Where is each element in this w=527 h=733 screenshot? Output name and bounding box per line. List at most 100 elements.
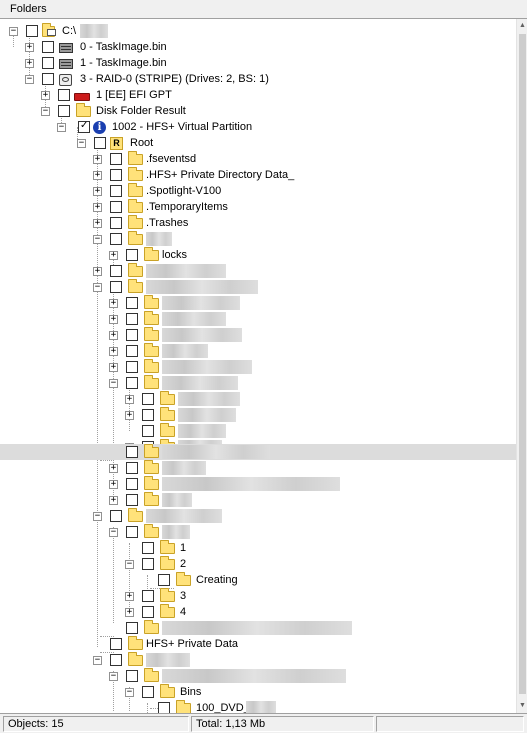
folder-tree[interactable]: − C:\ + 0 - TaskImage.bin + 1 - TaskImag…	[0, 19, 516, 713]
tree-item-redacted[interactable]: +	[0, 492, 516, 508]
item-checkbox[interactable]	[158, 574, 170, 586]
item-checkbox[interactable]	[142, 558, 154, 570]
item-checkbox[interactable]	[42, 73, 54, 85]
expand-toggle[interactable]: +	[125, 608, 134, 617]
tree-item-selected[interactable]	[0, 444, 516, 460]
tree-item-redacted[interactable]	[0, 620, 516, 636]
item-checkbox[interactable]	[126, 329, 138, 341]
item-checkbox[interactable]	[110, 510, 122, 522]
expand-toggle[interactable]: +	[125, 395, 134, 404]
expand-toggle[interactable]: +	[93, 219, 102, 228]
item-checkbox[interactable]	[142, 425, 154, 437]
item-checkbox[interactable]	[142, 393, 154, 405]
tree-item-redacted[interactable]: −	[0, 652, 516, 668]
tree-item-hfs-private-data[interactable]: HFS+ Private Data	[0, 636, 516, 652]
tree-item-redacted[interactable]: −	[0, 508, 516, 524]
item-checkbox[interactable]	[94, 137, 106, 149]
scroll-down-icon[interactable]: ▼	[517, 699, 527, 713]
tree-item-root[interactable]: − R Root	[0, 135, 516, 151]
collapse-toggle[interactable]: −	[93, 235, 102, 244]
expand-toggle[interactable]: +	[93, 171, 102, 180]
tree-item-redacted[interactable]	[0, 423, 516, 439]
item-checkbox[interactable]	[126, 297, 138, 309]
item-checkbox[interactable]	[126, 494, 138, 506]
item-checkbox[interactable]	[110, 281, 122, 293]
item-checkbox[interactable]	[126, 313, 138, 325]
item-checkbox[interactable]	[126, 478, 138, 490]
tree-item-hfs-private-dir[interactable]: + .HFS+ Private Directory Data_	[0, 167, 516, 183]
scroll-up-icon[interactable]: ▲	[517, 19, 527, 33]
tree-item-redacted[interactable]: +	[0, 407, 516, 423]
item-checkbox[interactable]	[158, 702, 170, 713]
expand-toggle[interactable]: +	[125, 411, 134, 420]
item-checkbox[interactable]	[110, 169, 122, 181]
expand-toggle[interactable]: +	[109, 464, 118, 473]
item-checkbox[interactable]	[126, 462, 138, 474]
expand-toggle[interactable]: +	[41, 91, 50, 100]
tree-item-redacted[interactable]: +	[0, 476, 516, 492]
tree-item-redacted[interactable]: +	[0, 391, 516, 407]
expand-toggle[interactable]: +	[93, 267, 102, 276]
item-checkbox[interactable]	[126, 622, 138, 634]
tree-item-raid[interactable]: − 3 - RAID-0 (STRIPE) (Drives: 2, BS: 1)	[0, 71, 516, 87]
item-checkbox[interactable]	[126, 526, 138, 538]
tree-item-creating[interactable]: Creating	[0, 572, 516, 588]
tree-item-redacted[interactable]: −	[0, 375, 516, 391]
tree-item-task-image-0[interactable]: + 0 - TaskImage.bin	[0, 39, 516, 55]
expand-toggle[interactable]: +	[93, 203, 102, 212]
item-checkbox[interactable]	[110, 638, 122, 650]
tree-item-partition[interactable]: − ✓ i 1002 - HFS+ Virtual Partition	[0, 119, 516, 135]
collapse-toggle[interactable]: −	[109, 528, 118, 537]
item-checkbox[interactable]	[110, 201, 122, 213]
tree-item-redacted[interactable]: +	[0, 263, 516, 279]
collapse-toggle[interactable]: −	[93, 656, 102, 665]
item-checkbox[interactable]	[42, 57, 54, 69]
vertical-scrollbar[interactable]: ▲ ▼	[516, 19, 527, 713]
item-checkbox[interactable]	[126, 361, 138, 373]
tree-item-redacted[interactable]: +	[0, 295, 516, 311]
collapse-toggle[interactable]: −	[93, 512, 102, 521]
expand-toggle[interactable]: +	[109, 347, 118, 356]
item-checkbox[interactable]	[110, 185, 122, 197]
item-checkbox[interactable]	[142, 409, 154, 421]
item-checkbox[interactable]	[110, 654, 122, 666]
item-checkbox[interactable]	[126, 249, 138, 261]
item-checkbox[interactable]	[142, 606, 154, 618]
item-checkbox[interactable]	[126, 377, 138, 389]
tree-item-redacted[interactable]: +	[0, 343, 516, 359]
expand-toggle[interactable]: +	[109, 480, 118, 489]
tree-item-efi[interactable]: + 1 [EE] EFI GPT	[0, 87, 516, 103]
item-checkbox[interactable]	[142, 590, 154, 602]
expand-toggle[interactable]: +	[109, 363, 118, 372]
item-checkbox[interactable]	[110, 217, 122, 229]
tree-item-folder-4[interactable]: + 4	[0, 604, 516, 620]
expand-toggle[interactable]: +	[109, 315, 118, 324]
tree-item-spotlight[interactable]: + .Spotlight-V100	[0, 183, 516, 199]
tree-item-temporary-items[interactable]: + .TemporaryItems	[0, 199, 516, 215]
tree-item-folder-3[interactable]: + 3	[0, 588, 516, 604]
collapse-toggle[interactable]: −	[9, 27, 18, 36]
item-checkbox[interactable]	[142, 686, 154, 698]
collapse-toggle[interactable]: −	[125, 688, 134, 697]
item-checkbox[interactable]	[126, 670, 138, 682]
tree-item-redacted[interactable]: +	[0, 460, 516, 476]
tree-item-bins[interactable]: − Bins	[0, 684, 516, 700]
item-checkbox[interactable]	[142, 542, 154, 554]
collapse-toggle[interactable]: −	[25, 75, 34, 84]
scrollbar-thumb[interactable]	[519, 34, 526, 694]
tree-item-redacted[interactable]: +	[0, 311, 516, 327]
tree-item-folder-1[interactable]: 1	[0, 540, 516, 556]
item-checkbox[interactable]	[58, 105, 70, 117]
item-checkbox[interactable]	[126, 446, 138, 458]
expand-toggle[interactable]: +	[109, 331, 118, 340]
tree-item-redacted[interactable]: −	[0, 524, 516, 540]
tree-item-trashes[interactable]: + .Trashes	[0, 215, 516, 231]
tree-item-redacted[interactable]: −	[0, 668, 516, 684]
tree-item-disk-folder-result[interactable]: − Disk Folder Result	[0, 103, 516, 119]
collapse-toggle[interactable]: −	[77, 139, 86, 148]
tree-item-redacted[interactable]: −	[0, 279, 516, 295]
tree-item-redacted[interactable]: −	[0, 231, 516, 247]
tree-item-dvd[interactable]: 100_DVD_	[0, 700, 516, 713]
expand-toggle[interactable]: +	[109, 251, 118, 260]
expand-toggle[interactable]: +	[109, 496, 118, 505]
